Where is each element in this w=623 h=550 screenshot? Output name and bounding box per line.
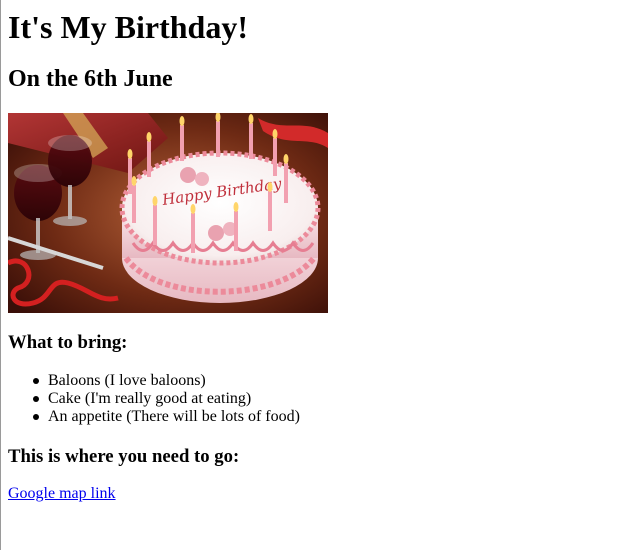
bring-heading: What to bring: — [8, 332, 128, 353]
list-item: Baloons (I love baloons) — [33, 372, 300, 390]
page-left-border — [0, 0, 1, 550]
list-item: Cake (I'm really good at eating) — [33, 390, 300, 408]
page-title: It's My Birthday! — [8, 9, 248, 45]
date-subtitle: On the 6th June — [8, 66, 173, 92]
location-heading: This is where you need to go: — [8, 446, 240, 467]
list-item: An appetite (There will be lots of food) — [33, 408, 300, 425]
birthday-cake-image: Happy Birthday — [8, 113, 328, 313]
bring-list: Baloons (I love baloons) Cake (I'm reall… — [8, 372, 300, 426]
google-map-link[interactable]: Google map link — [8, 485, 116, 503]
